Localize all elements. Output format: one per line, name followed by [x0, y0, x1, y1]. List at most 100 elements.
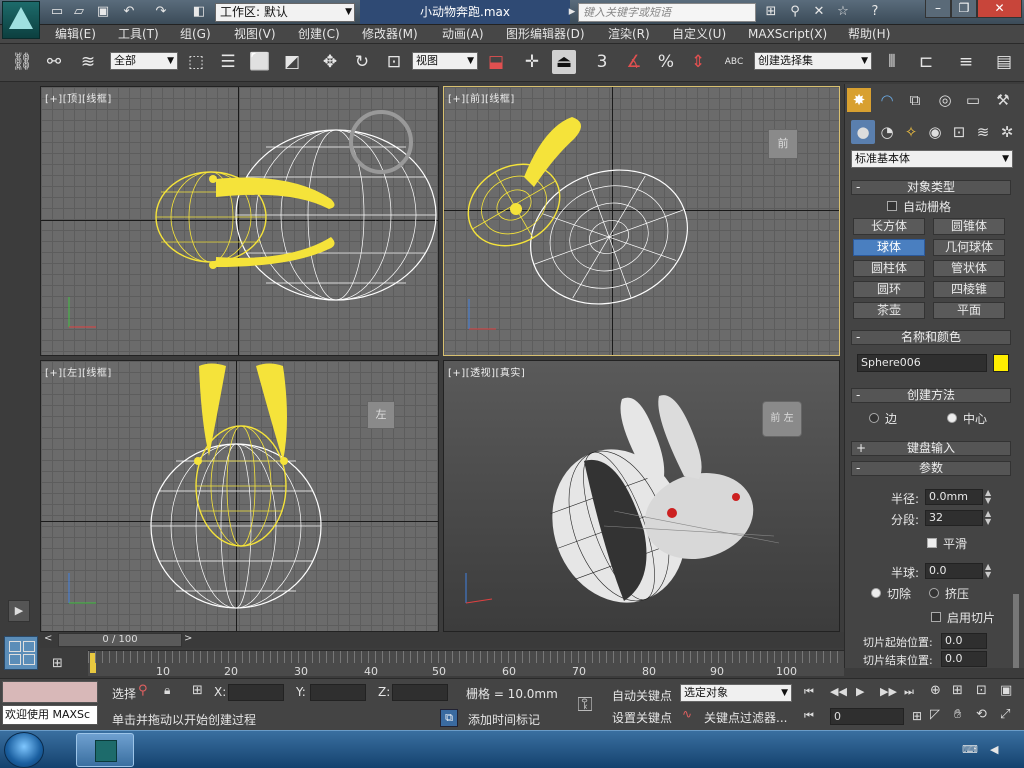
save-icon[interactable]: ▣ [94, 3, 112, 21]
time-tag-icon[interactable]: ⧉ [440, 709, 458, 727]
viewport-left[interactable]: [+][左][线框] 左 [40, 360, 439, 632]
smooth-checkbox[interactable] [927, 538, 937, 548]
plane-button[interactable]: 平面 [933, 302, 1005, 319]
slice-on-checkbox[interactable] [931, 612, 941, 622]
geometry-icon[interactable]: ● [851, 120, 875, 144]
undo-icon[interactable]: ↶ [120, 3, 138, 21]
pan-icon[interactable]: ✋︎ [954, 707, 972, 725]
cylinder-button[interactable]: 圆柱体 [853, 260, 925, 277]
project-folder-icon[interactable]: ◧ [190, 3, 208, 21]
box-button[interactable]: 长方体 [853, 218, 925, 235]
rollout-keyboard-entry[interactable]: + 键盘输入 [851, 441, 1011, 456]
selection-filter-dropdown[interactable]: 全部 ▼ [110, 52, 178, 70]
hemisphere-spinner[interactable]: 0.0 [925, 563, 983, 579]
workspace-dropdown[interactable]: 工作区: 默认 ▼ [215, 3, 355, 22]
chop-radio[interactable] [871, 588, 881, 598]
create-tab-icon[interactable]: ✸ [847, 88, 871, 112]
rollout-object-type[interactable]: - 对象类型 [851, 180, 1011, 195]
y-coordinate-field[interactable] [310, 684, 366, 701]
isolate-selection-icon[interactable]: ⚲ [138, 683, 154, 699]
category-dropdown[interactable]: 标准基本体 ▼ [851, 150, 1013, 168]
window-crossing-icon[interactable]: ◩ [280, 50, 304, 74]
play-maxscript-icon[interactable]: ▶ [8, 600, 30, 622]
torus-button[interactable]: 圆环 [853, 281, 925, 298]
menu-rendering[interactable]: 渲染(R) [608, 25, 650, 44]
binoculars-icon[interactable]: ⊞ [762, 3, 780, 21]
named-selection-dropdown[interactable]: 创建选择集 ▼ [754, 52, 872, 70]
rollout-creation-method[interactable]: - 创建方法 [851, 388, 1011, 403]
previous-frame-icon[interactable]: ◀◀ [830, 685, 848, 701]
menu-views[interactable]: 视图(V) [234, 25, 276, 44]
angle-snap-icon[interactable]: ∡ [622, 50, 646, 74]
key-mode-dropdown[interactable]: 选定对象 ▼ [680, 684, 792, 702]
maximize-viewport-icon[interactable]: ⤢ [1000, 707, 1018, 725]
reference-coordinate-dropdown[interactable]: 视图 ▼ [412, 52, 478, 70]
keyboard-tray-icon[interactable]: ⌨ [962, 743, 980, 757]
auto-key-button[interactable]: 自动关键点 [612, 687, 672, 704]
viewcube-top[interactable] [349, 110, 413, 174]
select-object-icon[interactable]: ⬚ [184, 50, 208, 74]
scale-icon[interactable]: ⊡ [382, 50, 406, 74]
move-icon[interactable]: ✥ [318, 50, 342, 74]
systems-icon[interactable]: ✲ [995, 120, 1019, 144]
help-icon[interactable]: ? [866, 3, 884, 21]
menu-modifiers[interactable]: 修改器(M) [362, 25, 418, 44]
app-logo[interactable] [2, 1, 40, 39]
menu-create[interactable]: 创建(C) [298, 25, 340, 44]
volume-tray-icon[interactable]: ◀︎ [990, 743, 1008, 757]
percent-snap-icon[interactable]: % [654, 50, 678, 74]
segments-spinner[interactable]: 32 [925, 510, 983, 526]
favorites-star-icon[interactable]: ☆ [834, 3, 852, 21]
key-filters-button[interactable]: 关键点过滤器... [704, 709, 787, 726]
rollout-parameters[interactable]: - 参数 [851, 461, 1011, 476]
cameras-icon[interactable]: ◉ [923, 120, 947, 144]
field-of-view-icon[interactable]: ◸ [930, 707, 948, 725]
time-slider[interactable]: < 0 / 100 > [40, 632, 844, 648]
minimize-button[interactable]: – [925, 0, 951, 18]
edge-radio[interactable] [869, 413, 879, 423]
menu-help[interactable]: 帮助(H) [848, 25, 890, 44]
time-slider-thumb[interactable]: 0 / 100 [58, 633, 182, 647]
rollout-name-color[interactable]: - 名称和颜色 [851, 330, 1011, 345]
menu-animation[interactable]: 动画(A) [442, 25, 484, 44]
time-configuration-icon[interactable]: ⊞ [912, 709, 928, 725]
auto-grid-checkbox[interactable] [887, 201, 897, 211]
new-file-icon[interactable]: ▭ [48, 3, 66, 21]
menu-customize[interactable]: 自定义(U) [672, 25, 726, 44]
viewport-top[interactable]: [+][顶][线框] [40, 86, 439, 356]
teapot-button[interactable]: 茶壶 [853, 302, 925, 319]
communication-icon[interactable]: ✕ [810, 3, 828, 21]
next-frame-icon[interactable]: ▶▶ [880, 685, 898, 701]
pivot-center-icon[interactable]: ⬓ [484, 50, 508, 74]
menu-graph-editors[interactable]: 图形编辑器(D) [506, 25, 585, 44]
menu-maxscript[interactable]: MAXScript(X) [748, 25, 827, 44]
graphite-tools-icon[interactable]: ▤ [992, 50, 1016, 74]
bind-space-warp-icon[interactable]: ≋ [76, 50, 100, 74]
space-warps-icon[interactable]: ≋ [971, 120, 995, 144]
pyramid-button[interactable]: 四棱锥 [933, 281, 1005, 298]
key-filters-icon[interactable]: ∿ [682, 707, 700, 725]
zoom-all-icon[interactable]: ⊞ [952, 683, 970, 701]
display-tab-icon[interactable]: ▭ [961, 88, 985, 112]
select-by-name-icon[interactable]: ☰ [216, 50, 240, 74]
tube-button[interactable]: 管状体 [933, 260, 1005, 277]
menu-group[interactable]: 组(G) [180, 25, 211, 44]
zoom-icon[interactable]: ⊕ [930, 683, 948, 701]
start-button[interactable] [4, 732, 44, 768]
absolute-mode-icon[interactable]: ⊞ [192, 683, 208, 699]
segments-spin-arrows[interactable]: ▲ ▼ [985, 510, 993, 526]
squash-radio[interactable] [929, 588, 939, 598]
utilities-tab-icon[interactable]: ⚒ [991, 88, 1015, 112]
center-radio[interactable] [947, 413, 957, 423]
radius-spinner[interactable]: 0.0mm [925, 489, 983, 505]
modify-tab-icon[interactable]: ◠ [875, 88, 899, 112]
redo-icon[interactable]: ↷ [152, 3, 170, 21]
edit-named-selection-icon[interactable]: ABC [722, 50, 746, 74]
viewport-front[interactable]: [+][前][线框] 前 [443, 86, 840, 356]
mirror-icon[interactable]: ⫴ [880, 50, 904, 74]
align-icon[interactable]: ⊏ [914, 50, 938, 74]
current-frame-field[interactable]: 0 [830, 708, 904, 725]
zoom-extents-all-icon[interactable]: ▣ [1000, 683, 1018, 701]
curve-editor-icon[interactable]: ⊞ [52, 656, 72, 672]
z-coordinate-field[interactable] [392, 684, 448, 701]
